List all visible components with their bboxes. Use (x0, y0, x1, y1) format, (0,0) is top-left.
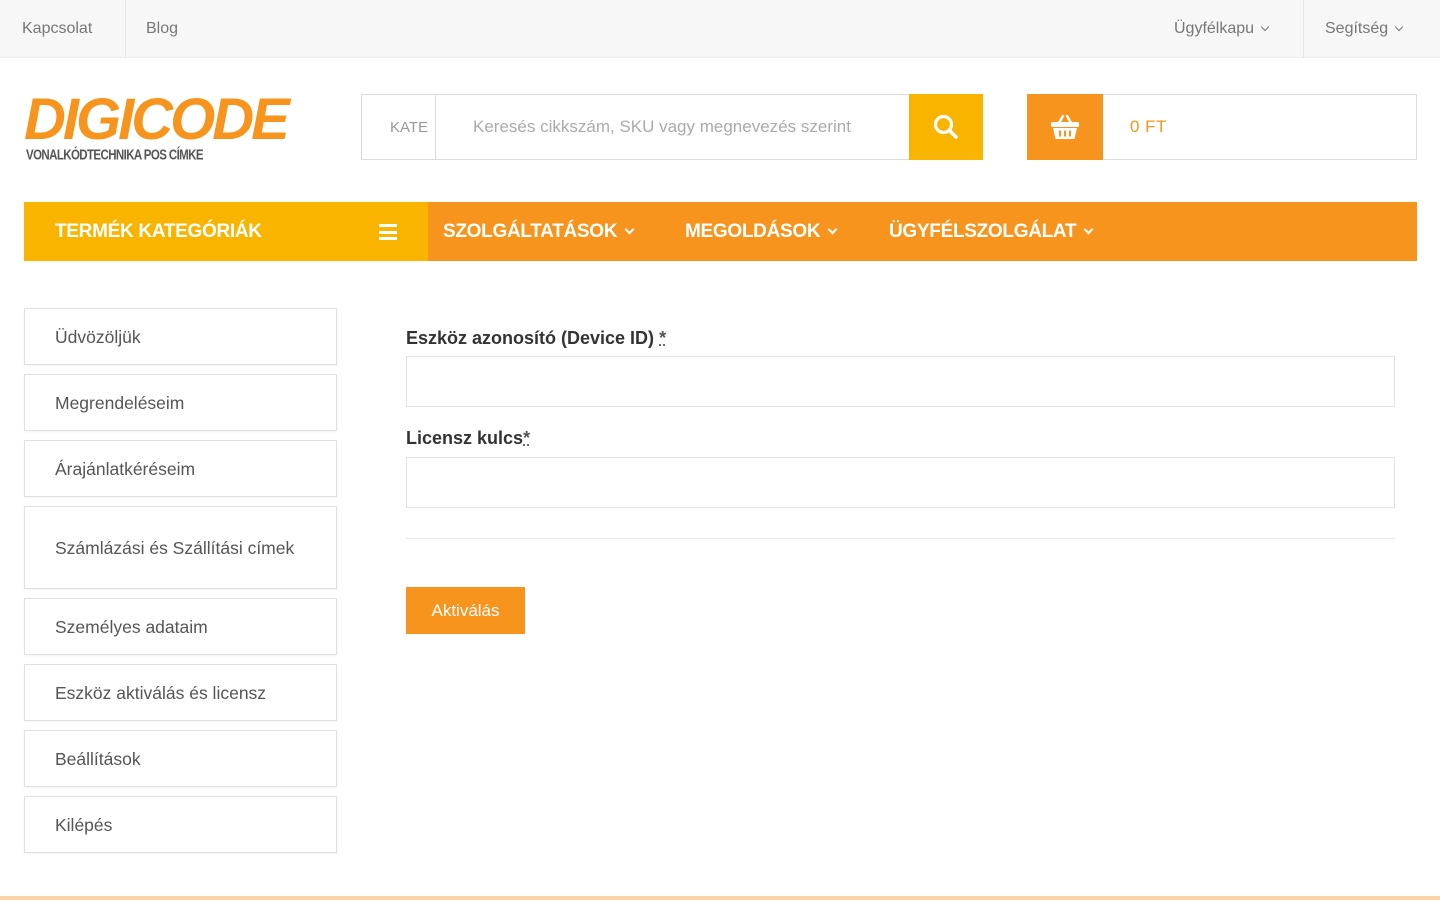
blog-link[interactable]: Blog (146, 0, 178, 58)
cart-widget[interactable]: 0 FT (1027, 94, 1417, 160)
help-label: Segítség (1325, 20, 1389, 37)
required-mark: * (523, 428, 531, 448)
main-navigation: TERMÉK KATEGÓRIÁK SZOLGÁLTATÁSOK MEGOLDÁ… (24, 202, 1417, 261)
client-portal-label: Ügyfélkapu (1174, 20, 1255, 37)
basket-icon (1051, 114, 1079, 139)
activate-button[interactable]: Aktiválás (406, 587, 525, 634)
device-id-label: Eszköz azonosító (Device ID) * (406, 328, 666, 349)
logo-wordmark: DIGICODE (24, 87, 290, 152)
chevron-down-icon (624, 224, 635, 235)
help-dropdown[interactable]: Segítség (1325, 0, 1404, 58)
nav-item-label: SZOLGÁLTATÁSOK (443, 220, 618, 242)
form-divider (406, 538, 1395, 539)
sidebar-item-addresses[interactable]: Számlázási és Szállítási címek (24, 506, 337, 589)
contact-link[interactable]: Kapcsolat (22, 0, 92, 58)
chevron-down-icon (1083, 224, 1094, 235)
logo-tagline: VONALKÓDTECHNIKA POS CÍMKE (26, 148, 204, 164)
device-id-input[interactable] (406, 356, 1395, 407)
chevron-down-icon (1260, 22, 1270, 32)
nav-item-label: ÜGYFÉLSZOLGÁLAT (889, 220, 1077, 242)
chevron-down-icon (1394, 22, 1404, 32)
license-key-label-text: Licensz kulcs (406, 428, 524, 448)
search-icon (933, 114, 958, 139)
cart-icon-box[interactable] (1027, 94, 1103, 160)
nav-item-services[interactable]: SZOLGÁLTATÁSOK (443, 202, 635, 261)
top-bar: Kapcsolat Blog Ügyfélkapu Segítség (0, 0, 1440, 58)
search-category-select[interactable]: KATE (362, 95, 436, 159)
top-bar-divider (1303, 0, 1304, 58)
sidebar-item-quote-requests[interactable]: Árajánlatkéréseim (24, 440, 337, 497)
nav-item-label: MEGOLDÁSOK (685, 220, 821, 242)
search-button[interactable] (909, 94, 983, 160)
search-bar: KATE (361, 94, 983, 160)
sidebar-item-device-activation[interactable]: Eszköz aktiválás és licensz (24, 664, 337, 721)
required-mark: * (659, 328, 667, 348)
product-categories-label: TERMÉK KATEGÓRIÁK (55, 220, 262, 242)
nav-item-solutions[interactable]: MEGOLDÁSOK (685, 202, 838, 261)
footer-edge (0, 896, 1440, 900)
hamburger-menu-icon (379, 224, 397, 240)
client-portal-dropdown[interactable]: Ügyfélkapu (1174, 0, 1270, 58)
device-id-label-text: Eszköz azonosító (Device ID) (406, 328, 660, 348)
product-categories-toggle[interactable]: TERMÉK KATEGÓRIÁK (24, 202, 428, 261)
nav-item-customer-service[interactable]: ÜGYFÉLSZOLGÁLAT (889, 202, 1094, 261)
search-input[interactable] (437, 95, 909, 159)
cart-total: 0 FT (1130, 117, 1167, 136)
sidebar-item-personal-data[interactable]: Személyes adataim (24, 598, 337, 655)
sidebar-item-settings[interactable]: Beállítások (24, 730, 337, 787)
sidebar-item-logout[interactable]: Kilépés (24, 796, 337, 853)
license-key-label: Licensz kulcs* (406, 428, 530, 449)
license-key-input[interactable] (406, 457, 1395, 508)
site-logo[interactable]: DIGICODE VONALKÓDTECHNIKA POS CÍMKE (24, 90, 290, 170)
chevron-down-icon (827, 224, 838, 235)
top-bar-divider (125, 0, 126, 58)
sidebar-item-orders[interactable]: Megrendeléseim (24, 374, 337, 431)
sidebar-item-welcome[interactable]: Üdvözöljük (24, 308, 337, 365)
